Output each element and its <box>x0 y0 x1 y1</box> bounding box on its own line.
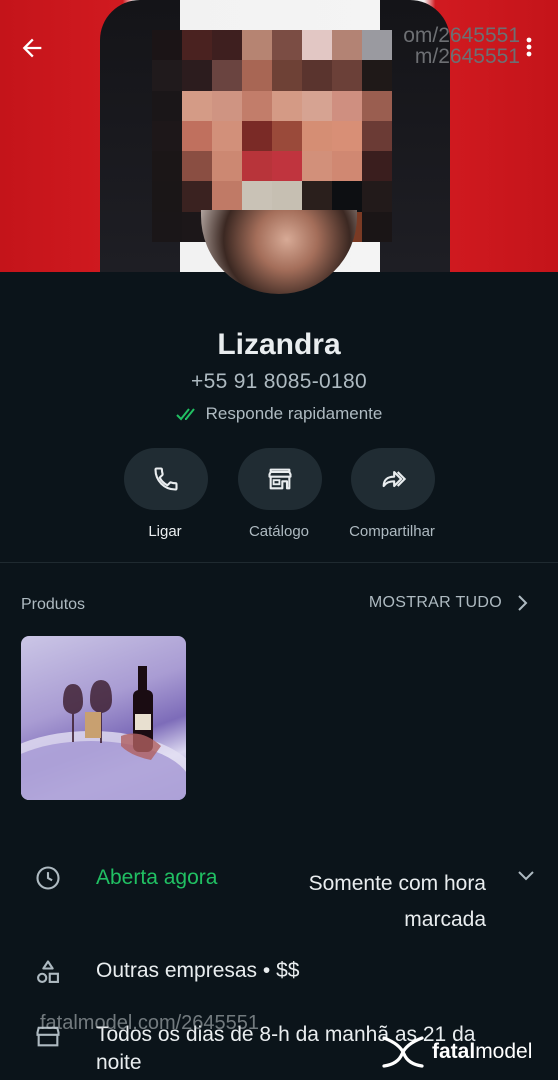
share-forward-icon <box>382 470 407 488</box>
site-watermark: fatalmodel.com/2645551 <box>40 1012 260 1034</box>
show-all-button[interactable]: MOSTRAR TUDO <box>369 594 528 612</box>
open-status: Aberta agora <box>96 866 218 889</box>
section-divider <box>0 562 558 563</box>
double-check-icon <box>175 408 195 421</box>
product-thumbnail[interactable] <box>21 636 186 800</box>
arrow-left-icon <box>22 38 42 58</box>
more-options-button[interactable] <box>522 34 536 62</box>
call-button[interactable] <box>124 448 208 510</box>
expand-hours-button[interactable] <box>516 866 536 891</box>
share-button[interactable] <box>351 448 435 510</box>
more-vertical-icon <box>526 37 532 57</box>
brand-rest: model <box>475 1040 533 1063</box>
product-wine-image <box>21 666 186 800</box>
response-badge: Responde rapidamente <box>0 404 558 424</box>
show-all-label: MOSTRAR TUDO <box>368 594 502 611</box>
brand-bold: fatal <box>432 1040 476 1063</box>
chevron-right-icon <box>518 595 528 611</box>
brand-watermark: fatalmodel <box>380 1034 532 1070</box>
share-label: Compartilhar <box>349 523 435 540</box>
clock-icon <box>34 864 62 892</box>
products-title: Produtos <box>21 596 86 613</box>
chevron-down-icon <box>518 871 534 881</box>
category-shapes-icon <box>34 958 62 986</box>
back-button[interactable] <box>18 34 46 62</box>
profile-avatar[interactable] <box>201 210 357 294</box>
contact-name: Lizandra <box>217 328 341 361</box>
response-text: Responde rapidamente <box>205 404 383 423</box>
phone-icon <box>154 467 178 491</box>
hours-note: Somente com hora marcada <box>308 872 486 931</box>
cover-watermark-line-2: m/2645551 <box>414 45 520 68</box>
contact-phone: +55 91 8085-0180 <box>191 370 367 393</box>
catalog-button[interactable] <box>238 448 322 510</box>
storefront-icon <box>268 468 292 490</box>
brand-logo-icon <box>382 1036 424 1068</box>
business-category: Outras empresas • $$ <box>96 959 300 982</box>
